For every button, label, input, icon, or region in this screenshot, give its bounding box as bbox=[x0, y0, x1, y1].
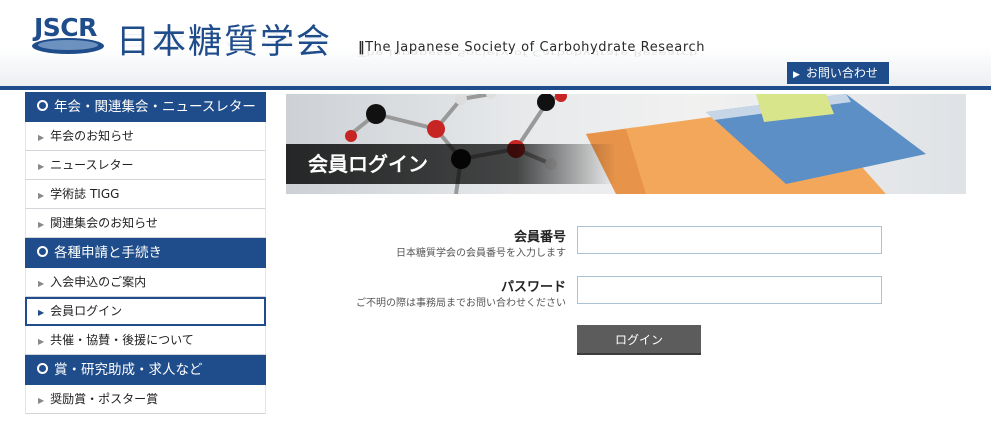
sidebar-item-label: 奨励賞・ポスター賞 bbox=[50, 392, 159, 406]
password-input[interactable] bbox=[577, 276, 882, 304]
sidebar-item-label: 共催・協賛・後援について bbox=[50, 333, 194, 347]
member-id-hint: 日本糖質学会の会員番号を入力します bbox=[396, 248, 566, 259]
site-title-en-reflection: The Japanese Society of Carbohydrate Res… bbox=[358, 48, 698, 57]
member-id-input[interactable] bbox=[577, 226, 882, 254]
sidebar-item-sponsorship[interactable]: ▶ 共催・協賛・後援について bbox=[25, 326, 266, 355]
arrow-right-icon: ▶ bbox=[38, 220, 45, 229]
sidebar-item-membership[interactable]: ▶ 入会申込のご案内 bbox=[25, 268, 266, 297]
arrow-right-icon: ▶ bbox=[38, 133, 45, 142]
sidebar-item-annual-meeting[interactable]: ▶ 年会のお知らせ bbox=[25, 122, 266, 151]
sidebar-item-label: 年会のお知らせ bbox=[50, 129, 134, 143]
arrow-right-icon: ▶ bbox=[38, 162, 45, 171]
sidebar-item-label: 関連集会のお知らせ bbox=[50, 216, 158, 230]
sidebar-heading-label: 賞・研究助成・求人など bbox=[54, 362, 203, 378]
login-button[interactable]: ログイン bbox=[577, 325, 701, 355]
member-id-label: 会員番号 bbox=[513, 230, 566, 245]
sidebar-heading-applications: 各種申請と手続き bbox=[25, 238, 266, 268]
arrow-right-icon: ▶ bbox=[38, 396, 45, 405]
logo-text: JSCR bbox=[34, 13, 97, 42]
circle-icon bbox=[37, 100, 48, 111]
sidebar: 年会・関連集会・ニュースレター ▶ 年会のお知らせ ▶ ニュースレター ▶ 学術誌 T… bbox=[25, 92, 266, 414]
circle-icon bbox=[37, 246, 48, 257]
sidebar-item-label: 学術誌 TIGG bbox=[50, 187, 120, 201]
arrow-right-icon: ▶ bbox=[38, 191, 45, 200]
password-label: パスワード bbox=[500, 280, 566, 295]
sidebar-item-newsletter[interactable]: ▶ ニュースレター bbox=[25, 151, 266, 180]
site-header: JSCR 日本糖質学会 日本糖質学会 ‖The Japanese Society… bbox=[0, 0, 991, 86]
page-title: 会員ログイン bbox=[286, 144, 616, 184]
sidebar-item-tigg[interactable]: ▶ 学術誌 TIGG bbox=[25, 180, 266, 209]
sidebar-heading-label: 年会・関連集会・ニュースレター bbox=[54, 99, 256, 115]
arrow-right-icon: ▶ bbox=[38, 308, 45, 317]
circle-icon bbox=[37, 363, 48, 374]
contact-label: お問い合わせ bbox=[805, 66, 878, 80]
sidebar-heading-awards: 賞・研究助成・求人など bbox=[25, 355, 266, 385]
header-rule bbox=[0, 86, 991, 90]
site-title-reflection: 日本糖質学会 bbox=[116, 30, 332, 49]
sidebar-item-label: ニュースレター bbox=[50, 158, 134, 172]
arrow-right-icon: ▶ bbox=[38, 337, 45, 346]
sidebar-item-label: 入会申込のご案内 bbox=[50, 275, 147, 289]
sidebar-heading-label: 各種申請と手続き bbox=[54, 245, 162, 261]
member-id-label-group: 会員番号 日本糖質学会の会員番号を入力します bbox=[330, 226, 566, 262]
arrow-right-icon: ▶ bbox=[38, 279, 45, 288]
logo[interactable]: JSCR bbox=[30, 8, 110, 58]
password-hint: ご不明の際は事務局までお問い合わせください bbox=[356, 298, 566, 309]
sidebar-item-related-meetings[interactable]: ▶ 関連集会のお知らせ bbox=[25, 209, 266, 238]
page-banner: 会員ログイン bbox=[286, 94, 966, 194]
password-label-group: パスワード ご不明の際は事務局までお問い合わせください bbox=[330, 276, 566, 312]
sidebar-item-awards[interactable]: ▶ 奨励賞・ポスター賞 bbox=[25, 385, 266, 414]
sidebar-item-label: 会員ログイン bbox=[50, 304, 123, 318]
chevron-right-icon: ▶ bbox=[793, 70, 800, 80]
contact-button[interactable]: ▶ お問い合わせ bbox=[787, 62, 889, 84]
sidebar-heading-events: 年会・関連集会・ニュースレター bbox=[25, 92, 266, 122]
sidebar-item-member-login[interactable]: ▶ 会員ログイン bbox=[25, 297, 266, 326]
